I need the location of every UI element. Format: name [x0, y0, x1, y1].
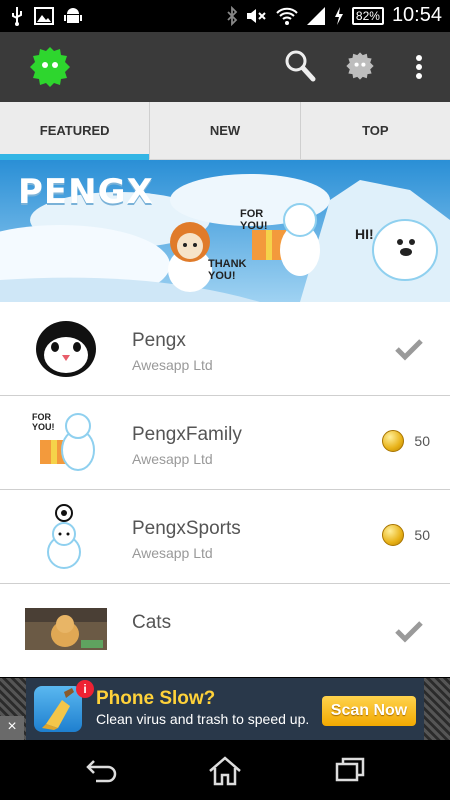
tab-new[interactable]: NEW	[149, 102, 299, 159]
ad-close-button[interactable]: ×	[0, 716, 24, 740]
item-title: PengxSports	[132, 518, 241, 539]
android-icon	[64, 8, 82, 23]
avatar-icon[interactable]	[345, 51, 375, 86]
ad-banner[interactable]: × i Phone Slow? Clean virus and trash to…	[0, 678, 450, 740]
status-bar: 82% 10:54	[0, 0, 450, 32]
scan-now-button[interactable]: Scan Now	[322, 696, 416, 726]
item-publisher: Awesapp Ltd	[132, 357, 213, 373]
tab-bar: FEATURED NEW TOP	[0, 102, 450, 160]
usb-icon	[12, 7, 22, 26]
list-item[interactable]: Pengx Awesapp Ltd	[0, 302, 450, 396]
item-publisher: Awesapp Ltd	[132, 451, 213, 467]
cats-thumbnail	[24, 596, 108, 662]
battery-indicator: 82%	[351, 6, 384, 25]
action-bar	[0, 32, 450, 102]
banner-bubble-hi: HI!	[355, 226, 374, 242]
back-icon[interactable]	[84, 755, 118, 790]
tab-featured[interactable]: FEATURED	[0, 102, 150, 160]
penguin-thumbnail	[24, 316, 108, 382]
coin-icon	[382, 524, 405, 546]
navigation-bar	[0, 740, 450, 800]
ad-title: Phone Slow?	[96, 688, 216, 709]
clock: 10:54	[391, 4, 442, 26]
banner-title: PENGX	[18, 172, 154, 212]
overflow-menu-icon[interactable]	[414, 54, 424, 85]
item-publisher: Awesapp Ltd	[132, 545, 213, 561]
banner-bubble-for-you: FOR YOU!	[240, 208, 268, 232]
app-logo-icon[interactable]	[28, 45, 72, 94]
ad-info-badge: i	[76, 680, 94, 698]
ad-stripe	[424, 678, 450, 740]
coin-icon	[382, 430, 405, 452]
featured-banner[interactable]: PENGX FOR YOU! THANK YOU! HI!	[0, 160, 450, 302]
price-value: 50	[414, 527, 430, 543]
image-icon	[34, 7, 54, 25]
check-icon	[394, 619, 424, 648]
pengx-family-thumbnail: FOR YOU!	[24, 410, 108, 476]
price-value: 50	[414, 433, 430, 449]
banner-bubble-thank-you: THANK YOU!	[208, 258, 247, 282]
charging-icon	[334, 6, 343, 25]
list-item[interactable]: Cats	[0, 584, 450, 678]
check-icon	[394, 337, 424, 366]
ad-text: Clean virus and trash to speed up.	[96, 711, 310, 727]
item-price[interactable]: 50	[382, 430, 430, 452]
item-title: Pengx	[132, 330, 186, 351]
search-icon[interactable]	[284, 49, 316, 88]
bluetooth-icon	[227, 5, 238, 26]
wifi-icon	[276, 7, 298, 25]
sticker-list: Pengx Awesapp Ltd FOR YOU! PengxFamily A…	[0, 302, 450, 677]
list-item[interactable]: PengxSports Awesapp Ltd 50	[0, 490, 450, 584]
item-title: Cats	[132, 612, 172, 633]
tab-top[interactable]: TOP	[299, 102, 450, 159]
item-price[interactable]: 50	[382, 524, 430, 546]
home-icon[interactable]	[207, 755, 243, 792]
broom-icon	[34, 686, 82, 732]
list-item[interactable]: FOR YOU! PengxFamily Awesapp Ltd 50	[0, 396, 450, 490]
pengx-sports-thumbnail	[24, 504, 108, 570]
signal-icon	[306, 6, 325, 25]
item-title: PengxFamily	[132, 424, 242, 445]
recent-apps-icon[interactable]	[334, 755, 366, 790]
mute-icon	[246, 8, 266, 23]
thumb-bubble-text: FOR YOU!	[32, 412, 55, 432]
